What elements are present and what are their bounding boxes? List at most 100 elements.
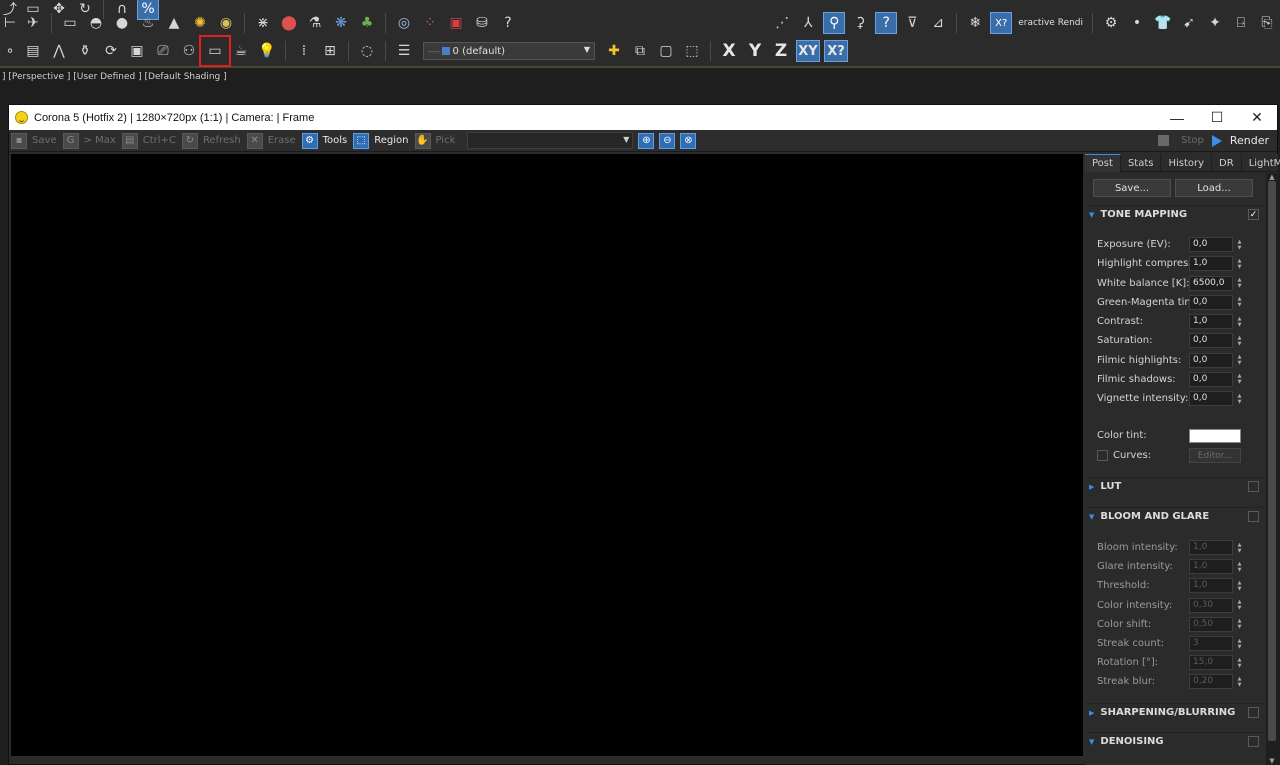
teacup-icon[interactable]: ☕ [230, 40, 252, 62]
scroll-thumb[interactable] [1268, 181, 1276, 741]
sun-icon[interactable]: ✺ [189, 12, 211, 34]
to-max-button[interactable]: G > Max [62, 132, 116, 150]
ruler-icon[interactable]: ⊞ [319, 40, 341, 62]
spinner-icon[interactable]: ▲ ▼ [1235, 295, 1244, 310]
layer-box-icon[interactable]: ⬚ [681, 40, 703, 62]
erase-button[interactable]: ✕ Erase [246, 132, 296, 150]
zoom-in-button[interactable]: ⊕ [638, 132, 655, 149]
stop-button[interactable]: Stop [1158, 135, 1204, 146]
select-layer-icon[interactable]: ▢ [655, 40, 677, 62]
close-button[interactable]: ✕ [1237, 105, 1277, 130]
section-lut[interactable]: ▶ LUT [1085, 477, 1265, 495]
param-value-field[interactable]: 0,0 [1189, 333, 1233, 349]
param-value-field[interactable]: 1,0 [1189, 578, 1233, 594]
lut-checkbox[interactable] [1248, 481, 1259, 492]
shirt-icon[interactable]: 👕 [1152, 12, 1174, 34]
spin-down-icon[interactable]: ▼ [1238, 399, 1242, 405]
param-value-field[interactable]: 3 [1189, 636, 1233, 651]
save-preset-button[interactable]: Save... [1093, 179, 1171, 197]
loop-icon[interactable]: ⟳ [100, 40, 122, 62]
dot-icon[interactable]: • [1126, 12, 1148, 34]
spinner-icon[interactable]: ▲ ▼ [1235, 617, 1244, 632]
spin-down-icon[interactable]: ▼ [1238, 322, 1242, 328]
spinner-icon[interactable]: ▲ ▼ [1235, 636, 1244, 651]
zoom-fit-button[interactable]: ⊗ [680, 132, 697, 149]
spin-down-icon[interactable]: ▼ [1238, 283, 1242, 289]
bottle-icon[interactable]: ⚱ [74, 40, 96, 62]
spin-down-icon[interactable]: ▼ [1238, 586, 1242, 592]
load-preset-button[interactable]: Load... [1175, 179, 1253, 197]
vfb-window-icon[interactable]: ▭ [199, 35, 231, 67]
color-tint-swatch[interactable] [1189, 428, 1241, 443]
spinner-icon[interactable]: ▲ ▼ [1235, 372, 1244, 387]
maximize-button[interactable]: ☐ [1197, 105, 1237, 130]
param-value-field[interactable]: 6500,0 [1189, 275, 1233, 291]
spin-down-icon[interactable]: ▼ [1238, 360, 1242, 366]
spin-down-icon[interactable]: ▼ [1238, 302, 1242, 308]
spinner-icon[interactable]: ▲ ▼ [1235, 391, 1244, 406]
layer-stack-icon[interactable]: ⧉ [629, 40, 651, 62]
spin-down-icon[interactable]: ▼ [1238, 548, 1242, 554]
material-ball-icon[interactable]: ◎ [393, 12, 415, 34]
param-value-field[interactable]: 1,0 [1189, 540, 1233, 555]
spinner-icon[interactable]: ▲ ▼ [1235, 655, 1244, 670]
camera-target-icon[interactable]: ✈ [22, 12, 44, 34]
key-snap-icon[interactable]: ⚲ [823, 12, 846, 34]
axis-x-button[interactable]: X [718, 40, 740, 62]
spin-down-icon[interactable]: ▼ [1238, 605, 1242, 611]
exit-icon[interactable]: ⎘ [1256, 12, 1278, 34]
spin-down-icon[interactable]: ▼ [1238, 682, 1242, 688]
plant-icon[interactable]: ♣ [356, 12, 378, 34]
render-frame-icon[interactable]: ⎚ [152, 40, 174, 62]
bulb-icon[interactable]: 💡 [256, 40, 278, 62]
param-value-field[interactable]: 0,0 [1189, 371, 1233, 387]
spinner-icon[interactable]: ▲ ▼ [1235, 276, 1244, 291]
tone-mapping-checkbox[interactable]: ✓ [1248, 209, 1259, 220]
axis-xy-button[interactable]: XY [796, 40, 820, 62]
minimize-button[interactable]: — [1157, 105, 1197, 130]
axis-x-question-button[interactable]: X? [824, 40, 848, 62]
spinner-icon[interactable]: ▲ ▼ [1235, 333, 1244, 348]
param-value-field[interactable]: 1,0 [1189, 256, 1233, 272]
save-render-icon[interactable]: ⍈ [1230, 12, 1252, 34]
param-value-field[interactable]: 0,0 [1189, 237, 1233, 252]
spin-down-icon[interactable]: ▼ [1238, 644, 1242, 650]
axis-y-button[interactable]: Y [744, 40, 766, 62]
curves-editor-button[interactable]: Editor... [1189, 448, 1241, 463]
bloom-checkbox[interactable] [1248, 511, 1259, 522]
tab-post[interactable]: Post [1085, 154, 1121, 172]
render-elements-dropdown[interactable]: ▼ [467, 132, 634, 149]
param-value-field[interactable]: 0,30 [1189, 597, 1233, 613]
copy-button[interactable]: ▤ Ctrl+C [121, 132, 176, 150]
param-value-field[interactable]: 1,0 [1189, 559, 1233, 575]
param-value-field[interactable]: 0,0 [1189, 352, 1233, 368]
bone-icon[interactable]: ∘ [2, 40, 18, 62]
snap-grid-icon[interactable]: ⋰ [771, 12, 793, 34]
edit-snap-icon[interactable]: ⚳ [849, 12, 871, 34]
param-value-field[interactable]: 0,20 [1189, 674, 1233, 690]
select-icon[interactable]: ⊢ [2, 12, 18, 34]
spinner-icon[interactable]: ▲ ▼ [1235, 559, 1244, 574]
interactive-render-label[interactable]: eractive Rendi [1018, 18, 1083, 28]
render-setup-icon[interactable]: ⚙ [1100, 12, 1122, 34]
denoise-checkbox[interactable] [1248, 736, 1259, 747]
scatter-icon[interactable]: ❋ [330, 12, 352, 34]
tab-stats[interactable]: Stats [1121, 154, 1162, 172]
param-value-field[interactable]: 0,50 [1189, 616, 1233, 632]
material-icon[interactable]: ⬤ [278, 12, 300, 34]
disc-light-icon[interactable]: ◉ [215, 12, 237, 34]
camera-icon[interactable]: ⚇ [178, 40, 200, 62]
spray-icon[interactable]: ➹ [1178, 12, 1200, 34]
add-layer-icon[interactable]: ✚ [603, 40, 625, 62]
tab-dr[interactable]: DR [1212, 154, 1242, 172]
param-value-field[interactable]: 1,0 [1189, 314, 1233, 329]
spinner-icon[interactable]: ▲ ▼ [1235, 598, 1244, 613]
zoom-out-button[interactable]: ⊖ [659, 132, 676, 149]
sphere-icon[interactable]: ● [111, 12, 133, 34]
tools-button[interactable]: ⚙ Tools [301, 132, 347, 150]
section-sharpening[interactable]: ▶ SHARPENING/BLURRING [1085, 703, 1265, 721]
section-bloom-glare[interactable]: ▼ BLOOM AND GLARE [1085, 507, 1265, 525]
section-tone-mapping[interactable]: ▼ TONE MAPPING ✓ [1085, 205, 1265, 223]
plane-icon[interactable]: ▭ [59, 12, 81, 34]
param-value-field[interactable]: 0,0 [1189, 391, 1233, 406]
